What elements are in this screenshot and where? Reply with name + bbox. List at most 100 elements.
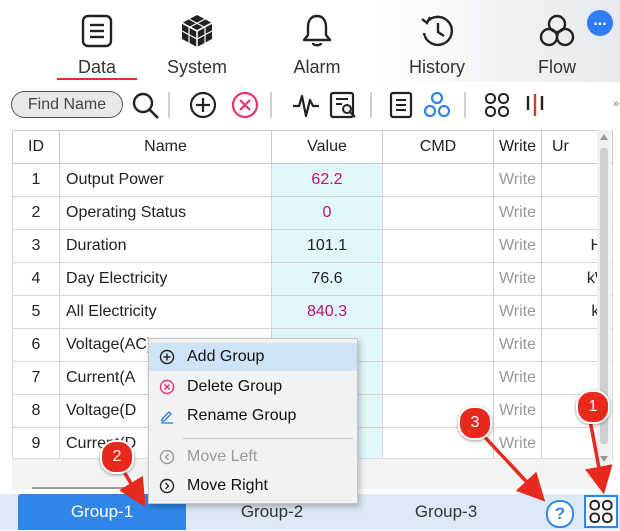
- more-button[interactable]: ...: [587, 10, 613, 36]
- cell-value[interactable]: 840.3: [271, 295, 383, 329]
- write-button[interactable]: Write: [493, 361, 542, 395]
- nav-tab-data[interactable]: Data: [47, 0, 147, 80]
- write-button[interactable]: Write: [493, 394, 542, 428]
- cell-cmd[interactable]: [382, 229, 494, 263]
- group-context-menu: Add Group Delete Group Rename Group Move…: [148, 338, 358, 504]
- table-row[interactable]: 2 Operating Status 0 Write -: [12, 196, 613, 230]
- search-list-icon[interactable]: [328, 90, 358, 120]
- menu-item-label: Move Right: [187, 477, 268, 494]
- cell-id: 2: [12, 196, 60, 230]
- table-row[interactable]: 3 Duration 101.1 Write Hc: [12, 229, 613, 263]
- write-button[interactable]: Write: [493, 229, 542, 263]
- cell-cmd[interactable]: [382, 262, 494, 296]
- write-button[interactable]: Write: [493, 163, 542, 197]
- annotation-badge-2: 2: [100, 440, 134, 474]
- menu-item-rename-group[interactable]: Rename Group: [149, 402, 357, 430]
- menu-item-label: Move Left: [187, 448, 258, 465]
- grid-loops-icon[interactable]: [482, 90, 512, 120]
- nav-label-system: System: [166, 57, 227, 77]
- cell-name: Day Electricity: [59, 262, 272, 296]
- scroll-up-icon[interactable]: [600, 134, 608, 140]
- cell-value[interactable]: 101.1: [271, 229, 383, 263]
- cell-name: Output Power: [59, 163, 272, 197]
- write-button[interactable]: Write: [493, 196, 542, 230]
- nav-tab-alarm[interactable]: Alarm: [267, 0, 367, 80]
- write-button[interactable]: Write: [493, 328, 542, 362]
- write-button[interactable]: Write: [493, 295, 542, 329]
- nav-tab-history[interactable]: History: [387, 0, 487, 80]
- nav-label-flow: Flow: [537, 57, 576, 77]
- nav-label-history: History: [408, 57, 465, 77]
- edit-icon: [161, 411, 173, 424]
- tab-group-3[interactable]: Group-3: [360, 494, 532, 530]
- bars-icon[interactable]: [520, 90, 550, 120]
- cell-cmd[interactable]: [382, 163, 494, 197]
- help-button[interactable]: ?: [546, 500, 574, 528]
- cell-id: 8: [12, 394, 60, 428]
- cell-name: All Electricity: [59, 295, 272, 329]
- menu-item-delete-group[interactable]: Delete Group: [149, 373, 357, 401]
- toolbar-separator: [168, 92, 170, 118]
- waveform-icon[interactable]: [291, 90, 321, 120]
- cell-cmd[interactable]: [382, 361, 494, 395]
- write-button[interactable]: Write: [493, 427, 542, 460]
- delete-circle-icon[interactable]: [230, 90, 260, 120]
- cell-name: Duration: [59, 229, 272, 263]
- nav-label-alarm: Alarm: [293, 57, 341, 77]
- cell-id: 7: [12, 361, 60, 395]
- menu-separator: [183, 438, 353, 439]
- search-icon[interactable]: [130, 90, 160, 120]
- right-circle-icon: [159, 478, 175, 494]
- cell-value[interactable]: 76.6: [271, 262, 383, 296]
- find-name-button[interactable]: Find Name: [11, 91, 123, 118]
- table-row[interactable]: 5 All Electricity 840.3 Write kV: [12, 295, 613, 329]
- cell-id: 4: [12, 262, 60, 296]
- toolbar-separator: [464, 92, 466, 118]
- group-nodes-icon[interactable]: [422, 90, 452, 120]
- column-header-name[interactable]: Name: [59, 130, 272, 164]
- left-circle-icon: [159, 449, 175, 465]
- cell-value[interactable]: 0: [271, 196, 383, 230]
- menu-item-move-right[interactable]: Move Right: [149, 472, 357, 500]
- table-row[interactable]: 1 Output Power 62.2 Write k\: [12, 163, 613, 197]
- nav-tab-system[interactable]: System: [147, 0, 247, 80]
- menu-item-add-group[interactable]: Add Group: [149, 343, 357, 371]
- write-button[interactable]: Write: [493, 262, 542, 296]
- flow-icon: [539, 14, 575, 47]
- toolbar-separator: [370, 92, 372, 118]
- history-icon: [421, 15, 454, 46]
- menu-item-move-left[interactable]: Move Left: [149, 443, 357, 471]
- cell-cmd[interactable]: [382, 328, 494, 362]
- cell-name: Operating Status: [59, 196, 272, 230]
- menu-item-label: Add Group: [187, 348, 265, 365]
- toolbar-separator: [270, 92, 272, 118]
- annotation-badge-1: 1: [576, 390, 610, 424]
- cube-icon: [181, 15, 213, 47]
- group-menu-button[interactable]: [584, 495, 618, 528]
- delete-circle-icon: [159, 379, 175, 395]
- add-circle-icon: [159, 349, 175, 365]
- horizontal-scrollbar-thumb[interactable]: [32, 487, 142, 489]
- document-icon[interactable]: [386, 90, 416, 120]
- cell-id: 6: [12, 328, 60, 362]
- menu-item-label: Rename Group: [187, 407, 297, 424]
- cell-id: 9: [12, 427, 60, 460]
- grid-loops-icon: [589, 499, 613, 524]
- column-header-write[interactable]: Write: [493, 130, 542, 164]
- column-header-cmd[interactable]: CMD: [382, 130, 494, 164]
- table-row[interactable]: 4 Day Electricity 76.6 Write kW: [12, 262, 613, 296]
- column-header-id[interactable]: ID: [12, 130, 60, 164]
- add-circle-icon[interactable]: [188, 90, 218, 120]
- toolbar-overflow-icon[interactable]: »: [613, 98, 619, 110]
- table-header-row: ID Name Value CMD Write Ur: [12, 130, 613, 164]
- cell-cmd[interactable]: [382, 295, 494, 329]
- list-icon: [81, 14, 113, 48]
- column-header-value[interactable]: Value: [271, 130, 383, 164]
- cell-id: 5: [12, 295, 60, 329]
- toolbar: Find Name »: [8, 86, 620, 124]
- scroll-down-icon[interactable]: [600, 456, 608, 462]
- annotation-badge-3: 3: [458, 406, 492, 440]
- cell-value[interactable]: 62.2: [271, 163, 383, 197]
- bell-icon: [302, 14, 332, 47]
- cell-cmd[interactable]: [382, 196, 494, 230]
